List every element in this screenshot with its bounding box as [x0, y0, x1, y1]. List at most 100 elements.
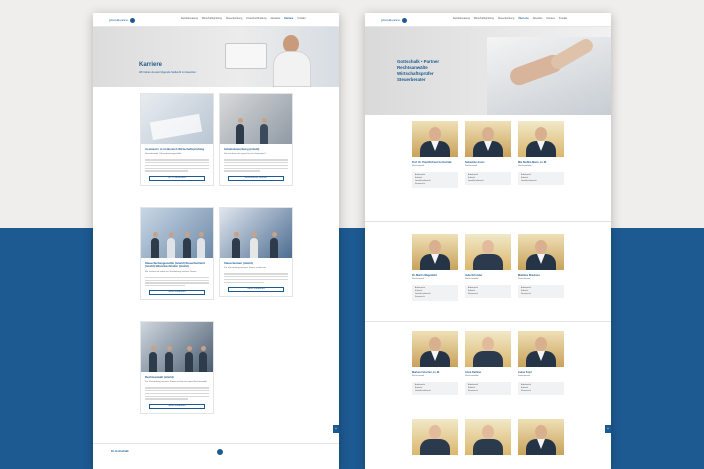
member-photo [465, 234, 511, 270]
nav-link[interactable]: Steuerberatung [498, 17, 514, 20]
career-page-mockup: gottschalk-partner Rechtsberatung Wirtsc… [93, 13, 339, 469]
team-member[interactable]: Prof. Dr. Paul-Richard Gottschalk Rechts… [412, 121, 458, 188]
badge-icon [217, 449, 223, 455]
member-name: Markus Fetscher, LL.M. [412, 371, 440, 374]
job-card: Rechtsanwalt (m/w/d) Zur Verstärkung uns… [140, 321, 214, 414]
member-photo [412, 234, 458, 270]
team-member[interactable]: Markus Fetscher, LL.M. Rechtsanwalt Arbe… [412, 331, 458, 395]
member-name: Julia Schröder [465, 274, 483, 277]
member-name: Prof. Dr. Paul-Richard Gottschalk [412, 161, 452, 164]
team-member[interactable]: Matthias Brückner Steuerberater Arbeitsr… [518, 234, 564, 298]
job-subtitle: Wir suchen ab sofort zur Verstärkung uns… [145, 270, 197, 273]
team-member[interactable]: Mia Steffen-Maris, LL.M. Rechtsanwältin … [518, 121, 564, 185]
scroll-top-button[interactable]: ^ [333, 425, 339, 433]
member-role: Rechtsanwalt [412, 375, 425, 377]
nav-link[interactable]: Aktuelles [271, 17, 281, 20]
member-photo [412, 121, 458, 157]
job-card: Steuerfachangestellte (m/w/d) Steuerfach… [140, 207, 214, 301]
relaxed-person [271, 35, 313, 87]
member-name: Lukas Kopf [518, 371, 532, 374]
nav-link[interactable]: Kontakt [297, 17, 305, 20]
team-member[interactable]: Anna Kathner Rechtsanwältin Arbeitsrecht… [465, 331, 511, 395]
member-photo [518, 121, 564, 157]
nav-link[interactable]: Aktuelles [533, 17, 543, 20]
hero-image [225, 33, 331, 87]
member-photo [518, 234, 564, 270]
job-card: Initiativbewerbung (m/w/d) Sie möchten s… [219, 93, 293, 186]
team-member[interactable]: Julia Schröder Rechtsanwältin Arbeitsrec… [465, 234, 511, 298]
nav-link[interactable]: Karriere [546, 17, 555, 20]
member-photo [465, 419, 511, 455]
job-subtitle: Steuerberater / Steuerfachangestellte [145, 153, 182, 156]
team-member[interactable] [518, 419, 564, 455]
job-image [141, 208, 213, 258]
footer: Dr. Gottschalk [93, 443, 339, 469]
nav-link[interactable]: Wirtschaftsprüfung [202, 17, 222, 20]
nav-link[interactable]: Rechtsberatung [181, 17, 198, 20]
team-member[interactable]: Sebastian Arens Rechtsanwalt Arbeitsrech… [465, 121, 511, 185]
member-photo [412, 331, 458, 367]
team-member[interactable]: Lukas Kopf Steuerberater Arbeitsrecht Erb… [518, 331, 564, 395]
member-photo [465, 331, 511, 367]
team-hero: Gottschalk • Partner Rechtsanwälte Wirts… [365, 27, 611, 115]
logo-text: gottschalk-partner [381, 18, 401, 22]
member-role: Rechtsanwältin [518, 165, 532, 167]
job-title: Assistent / in im Bereich Wirtschaftsprü… [145, 147, 205, 151]
job-image [220, 94, 292, 144]
job-apply-button[interactable]: MEHR ERFAHREN [228, 286, 284, 292]
member-photo [465, 121, 511, 157]
career-hero: Karriere Wir haben da weit folgende Stel… [93, 27, 339, 87]
member-role: Steuerberater [518, 375, 531, 377]
nav-link-active[interactable]: Karriere [284, 17, 293, 20]
nav-link[interactable]: Kontakt [559, 17, 567, 20]
job-image [141, 94, 213, 144]
member-role: Rechtsanwalt [412, 278, 425, 280]
page-title: Karriere [139, 62, 163, 68]
job-apply-button[interactable]: MEHR ERFAHREN [149, 290, 205, 296]
nav-links: Rechtsberatung Wirtschaftsprüfung Steuer… [181, 17, 306, 20]
divider [365, 321, 611, 322]
nav-link[interactable]: Wirtschaftsprüfung [474, 17, 494, 20]
member-specialties: Arbeitsrecht Erbrecht Gesellschaftsrecht St… [412, 171, 458, 188]
nav-link[interactable]: Finanzbuchhaltung [246, 17, 266, 20]
nav-link[interactable]: Rechtsberatung [453, 17, 470, 20]
job-subtitle: Zur Verstärkung unseres Teams suchen wir [224, 267, 267, 270]
job-subtitle: Zur Verstärkung unseres Teams suchen wir… [145, 381, 207, 384]
hero-line: Wirtschaftsprüfer [397, 70, 434, 76]
member-specialties: Arbeitsrecht Erbrecht Gesellschaftsrecht [412, 381, 458, 395]
team-member[interactable]: Dr. Martin Wagenfeld Rechtsanwalt Arbeit… [412, 234, 458, 301]
member-role: Rechtsanwalt [412, 165, 425, 167]
job-title: Steuerberater (m/w/d) [224, 261, 253, 265]
member-specialties: Arbeitsrecht Erbrecht Steuerrecht [465, 284, 511, 298]
nav-link[interactable]: Steuerberatung [226, 17, 242, 20]
job-card: Assistent / in im Bereich Wirtschaftsprü… [140, 93, 214, 186]
member-name: Anna Kathner [465, 371, 482, 374]
job-title: Steuerfachangestellte (m/w/d) Steuerfach… [145, 261, 205, 269]
team-member[interactable] [465, 419, 511, 455]
job-subtitle: Sie möchten sich gerne bei uns bewerben? [224, 153, 266, 156]
member-specialties: Arbeitsrecht Erbrecht Steuerrecht [518, 284, 564, 298]
team-page-mockup: gottschalk-partner Rechtsberatung Wirtsc… [365, 13, 611, 469]
job-title: Rechtsanwalt (m/w/d) [145, 375, 174, 379]
member-specialties: Arbeitsrecht Erbrecht Gesellschaftsrecht [465, 171, 511, 185]
site-logo[interactable]: gottschalk-partner [109, 17, 143, 23]
hero-title: Gottschalk • Partner Rechtsanwälte Wirts… [397, 59, 439, 83]
member-photo [518, 419, 564, 455]
logo-text: gottschalk-partner [109, 18, 129, 22]
member-name: Matthias Brückner [518, 274, 540, 277]
team-member[interactable] [412, 419, 458, 455]
member-role: Steuerberater [518, 278, 531, 280]
job-apply-button[interactable]: BEWERBUNG SENDEN [228, 175, 284, 181]
job-apply-button[interactable]: JETZT BEWERBEN [149, 175, 205, 181]
scroll-top-button[interactable]: ^ [605, 425, 611, 433]
job-apply-button[interactable]: MEHR ERFAHREN [149, 403, 205, 409]
handshake-image [487, 36, 611, 115]
job-title: Initiativbewerbung (m/w/d) [224, 147, 260, 151]
member-photo [412, 419, 458, 455]
logo-mark-icon [402, 17, 408, 23]
logo-mark-icon [130, 17, 136, 23]
nav-link-active[interactable]: Über uns [518, 17, 528, 20]
laptop-screen [225, 43, 267, 69]
site-logo[interactable]: gottschalk-partner [381, 17, 415, 23]
top-nav: gottschalk-partner Rechtsberatung Wirtsc… [93, 13, 339, 27]
